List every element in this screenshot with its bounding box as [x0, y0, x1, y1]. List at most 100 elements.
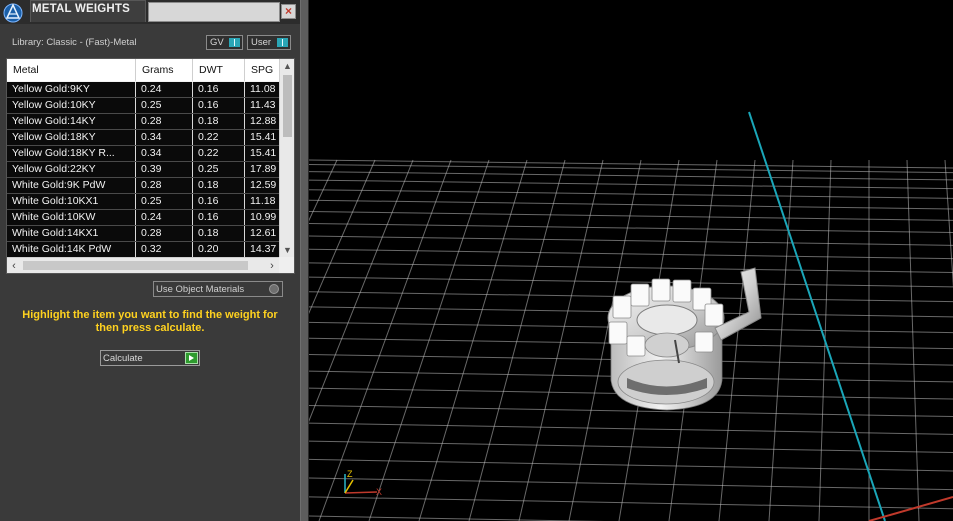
grid-line: [309, 262, 953, 273]
close-icon[interactable]: ×: [281, 4, 296, 19]
library-label: Library: Classic - (Fast)-Metal: [12, 37, 137, 48]
metal-weights-panel: METAL WEIGHTS × Library: Classic - (Fast…: [0, 0, 300, 521]
vertical-scrollbar[interactable]: ▲ ▼: [279, 59, 294, 257]
cell-dwt: 0.22: [193, 130, 245, 145]
column-header-dwt[interactable]: DWT: [193, 59, 245, 81]
toggle-knob-icon: [269, 284, 279, 294]
chevron-right-icon[interactable]: ›: [265, 258, 279, 273]
grid-line: [309, 159, 376, 314]
table-row[interactable]: Yellow Gold:14KY 0.28 0.18 12.88: [7, 114, 279, 130]
panel-title: METAL WEIGHTS: [30, 0, 146, 22]
table-row[interactable]: White Gold:14K PdW 0.32 0.20 14.37: [7, 242, 279, 258]
toggle-switch-icon: [277, 38, 288, 47]
cell-grams: 0.28: [136, 178, 193, 193]
horizontal-scrollbar[interactable]: ‹ ›: [7, 257, 279, 273]
cell-grams: 0.25: [136, 194, 193, 209]
ring-model[interactable]: [607, 267, 762, 411]
panel-splitter[interactable]: [300, 0, 309, 521]
table-row[interactable]: Yellow Gold:18KY 0.34 0.22 15.41: [7, 130, 279, 146]
app-logo-icon: [3, 3, 23, 23]
grid-line: [309, 159, 338, 222]
table-row[interactable]: White Gold:10KW 0.24 0.16 10.99: [7, 210, 279, 226]
table-row[interactable]: White Gold:9K PdW 0.28 0.18 12.59: [7, 178, 279, 194]
table-row[interactable]: Yellow Gold:9KY 0.24 0.16 11.08: [7, 82, 279, 98]
user-toggle-label: User: [251, 37, 272, 48]
viewport-canvas[interactable]: Z X: [309, 0, 953, 521]
grid-line: [309, 222, 953, 234]
column-header-spg[interactable]: SPG: [245, 59, 279, 81]
chevron-up-icon[interactable]: ▲: [280, 59, 294, 73]
grid-line: [309, 496, 953, 510]
cell-dwt: 0.22: [193, 146, 245, 161]
cell-metal: Yellow Gold:10KY: [7, 98, 136, 113]
grid-line: [309, 179, 953, 190]
column-header-metal[interactable]: Metal: [7, 59, 136, 81]
grid-line: [309, 159, 414, 423]
cell-grams: 0.34: [136, 146, 193, 161]
column-header-grams[interactable]: Grams: [136, 59, 193, 81]
chevron-down-icon[interactable]: ▼: [280, 243, 294, 257]
cell-metal: Yellow Gold:18KY R...: [7, 146, 136, 161]
gizmo-z-label: Z: [347, 469, 353, 479]
grid-line: [309, 458, 953, 472]
table-body: Yellow Gold:9KY 0.24 0.16 11.08 Yellow G…: [7, 82, 279, 258]
table-row[interactable]: White Gold:14KX1 0.28 0.18 12.61: [7, 226, 279, 242]
cell-dwt: 0.18: [193, 226, 245, 241]
table-row[interactable]: Yellow Gold:10KY 0.25 0.16 11.43: [7, 98, 279, 114]
table-header: Metal Grams DWT SPG: [7, 59, 279, 81]
grid-line: [309, 515, 605, 521]
grid-line: [309, 248, 953, 260]
cell-dwt: 0.16: [193, 82, 245, 97]
cell-metal: White Gold:10KW: [7, 210, 136, 225]
toggle-switch-icon: [229, 38, 240, 47]
cell-dwt: 0.20: [193, 242, 245, 257]
cell-dwt: 0.18: [193, 178, 245, 193]
grid-line: [309, 210, 953, 221]
cell-metal: White Gold:9K PdW: [7, 178, 136, 193]
grid-line: [309, 235, 953, 246]
calculate-button[interactable]: Calculate: [100, 350, 200, 366]
cell-metal: White Gold:14KX1: [7, 226, 136, 241]
cell-grams: 0.34: [136, 130, 193, 145]
cell-grams: 0.24: [136, 82, 193, 97]
cell-dwt: 0.25: [193, 162, 245, 177]
table-row[interactable]: Yellow Gold:22KY 0.39 0.25 17.89: [7, 162, 279, 178]
grid-line: [944, 159, 953, 288]
grid-line: [309, 477, 953, 491]
user-toggle[interactable]: User: [247, 35, 291, 50]
cell-metal: White Gold:14K PdW: [7, 242, 136, 257]
3d-viewport[interactable]: Z X: [309, 0, 953, 521]
cell-dwt: 0.16: [193, 98, 245, 113]
cell-metal: White Gold:10KX1: [7, 194, 136, 209]
table-row[interactable]: White Gold:10KX1 0.25 0.16 11.18: [7, 194, 279, 210]
grid-line: [309, 159, 953, 169]
cell-grams: 0.24: [136, 210, 193, 225]
chevron-left-icon[interactable]: ‹: [7, 258, 21, 273]
scrollbar-thumb[interactable]: [283, 75, 292, 137]
play-arrow-icon[interactable]: [185, 352, 198, 364]
axis-gizmo: Z X: [344, 469, 382, 497]
scrollbar-thumb[interactable]: [23, 261, 248, 270]
gizmo-x-label: X: [376, 487, 382, 497]
metal-table: Metal Grams DWT SPG Yellow Gold:9KY 0.24…: [6, 58, 295, 274]
gv-toggle-label: GV: [210, 37, 224, 48]
cell-dwt: 0.16: [193, 210, 245, 225]
panel-titlebar[interactable]: METAL WEIGHTS ×: [0, 0, 300, 24]
table-row[interactable]: Yellow Gold:18KY R... 0.34 0.22 15.41: [7, 146, 279, 162]
use-object-materials-toggle[interactable]: Use Object Materials: [153, 281, 283, 297]
cell-dwt: 0.18: [193, 114, 245, 129]
grid-line: [309, 164, 953, 174]
grid-line: [309, 189, 953, 199]
cell-grams: 0.28: [136, 226, 193, 241]
cell-grams: 0.39: [136, 162, 193, 177]
cell-metal: Yellow Gold:9KY: [7, 82, 136, 97]
gv-toggle[interactable]: GV: [206, 35, 243, 50]
cell-metal: Yellow Gold:18KY: [7, 130, 136, 145]
cell-grams: 0.28: [136, 114, 193, 129]
cell-grams: 0.25: [136, 98, 193, 113]
cell-dwt: 0.16: [193, 194, 245, 209]
calculate-label: Calculate: [103, 353, 143, 364]
scrollbar-corner: [279, 257, 294, 273]
titlebar-fill: [148, 2, 280, 22]
cell-grams: 0.32: [136, 242, 193, 257]
